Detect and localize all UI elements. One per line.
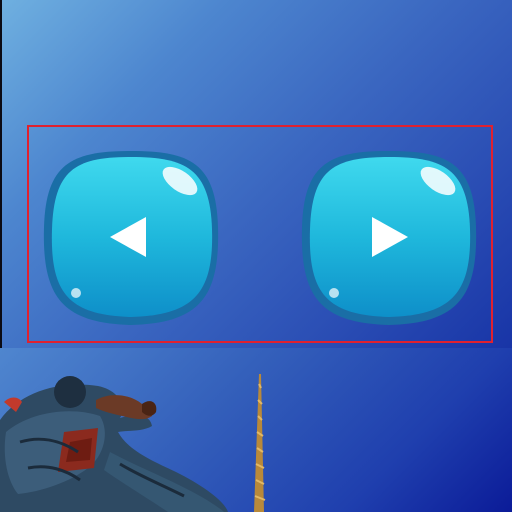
previous-button[interactable] (40, 147, 222, 329)
game-stage (0, 0, 512, 512)
golden-rope (254, 374, 266, 512)
ninja-character (0, 376, 228, 512)
triangle-left-icon (43, 151, 219, 325)
next-button[interactable] (298, 147, 480, 329)
triangle-right-icon (301, 151, 477, 325)
